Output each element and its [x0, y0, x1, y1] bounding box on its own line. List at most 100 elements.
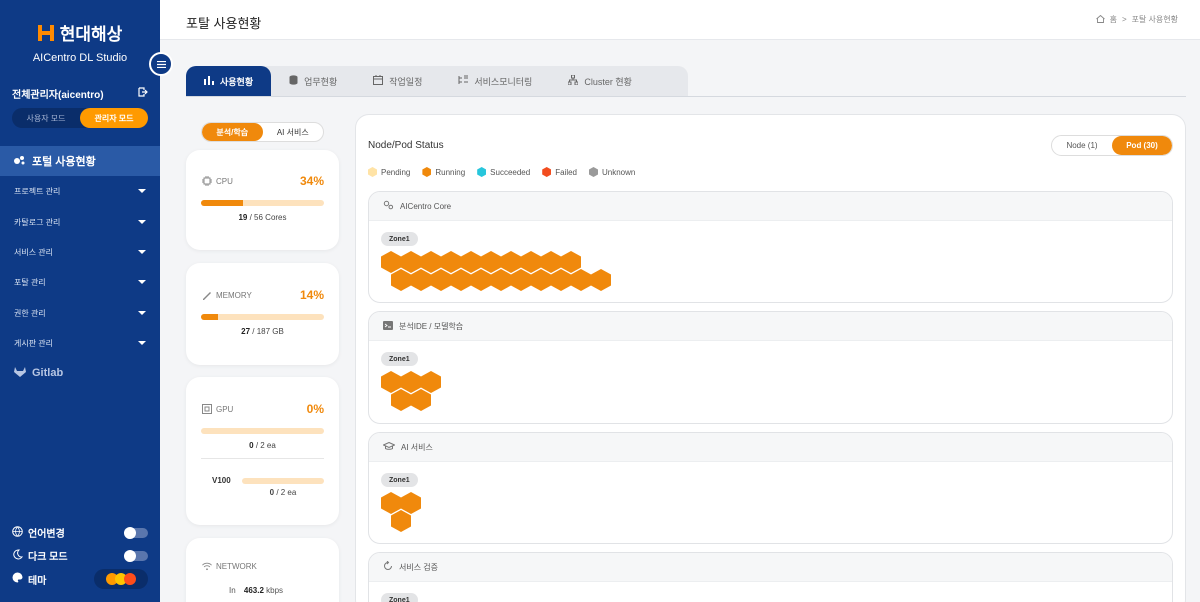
menu-icon [156, 60, 166, 68]
group-name: 서비스 검증 [399, 562, 439, 572]
pod-hex[interactable] [491, 269, 511, 291]
dark-mode-toggle[interactable] [124, 549, 148, 562]
pod-hex[interactable] [511, 269, 531, 291]
sidebar-item-label: Gitlab [32, 367, 64, 379]
v100-progress-bar [242, 478, 324, 484]
pod-hex[interactable] [421, 371, 441, 393]
cpu-percent: 34% [299, 174, 324, 188]
pod-hex[interactable] [401, 492, 421, 514]
node-button[interactable]: Node (1) [1052, 136, 1112, 155]
tab-schedule[interactable]: 작업일정 [355, 66, 440, 96]
pod-hex[interactable] [561, 251, 581, 273]
pod-hex[interactable] [551, 269, 571, 291]
pod-hex[interactable] [451, 269, 471, 291]
pod-hex[interactable] [471, 269, 491, 291]
gpu-card: GPU 0% 0 / 2 ea V100 0 / 2 ea [186, 377, 339, 525]
cpu-usage-value: 19 / 56 Cores [186, 213, 339, 222]
cpu-icon [202, 176, 212, 186]
language-toggle[interactable] [124, 526, 148, 539]
tab-work[interactable]: 업무현황 [271, 66, 355, 96]
pod-hex[interactable] [441, 251, 461, 273]
pod-hex[interactable] [411, 269, 431, 291]
brand-name: 현대해상 [59, 25, 123, 44]
zone-badge: Zone1 [381, 232, 418, 246]
caret-down-icon [138, 341, 146, 345]
pod-hex[interactable] [571, 269, 591, 291]
sidebar-item-label: 권한 관리 [14, 308, 46, 318]
pod-hex[interactable] [401, 251, 421, 273]
pod-hex[interactable] [521, 251, 541, 273]
group-service-validation: 서비스 검증 Zone1 [368, 552, 1173, 602]
zone-badge: Zone1 [381, 473, 418, 487]
sidebar-collapse-button[interactable] [149, 52, 173, 76]
cpu-progress-fill [201, 200, 243, 206]
network-in-row: In 463.2 kbps [229, 586, 283, 595]
gpu-icon [202, 404, 212, 414]
sidebar-item-permission[interactable]: 권한 관리 [0, 303, 160, 323]
theme-color-red[interactable] [124, 573, 136, 585]
language-label: 언어변경 [28, 529, 65, 540]
pod-hex[interactable] [531, 269, 551, 291]
bar-chart-icon [204, 75, 214, 87]
network-label: NETWORK [216, 561, 257, 571]
pod-hex[interactable] [501, 251, 521, 273]
legend-label: Unknown [602, 167, 636, 177]
pod-hex[interactable] [411, 389, 431, 411]
user-mode-button[interactable]: 사용자 모드 [12, 108, 80, 128]
pod-hex[interactable] [391, 389, 411, 411]
logout-icon[interactable] [138, 87, 148, 100]
sidebar-item-portal[interactable]: 포탈 관리 [0, 272, 160, 292]
tab-divider [186, 96, 1186, 97]
pod-hex[interactable] [381, 371, 401, 393]
language-row: 언어변경 [12, 525, 148, 540]
pod-hex[interactable] [431, 269, 451, 291]
home-icon[interactable] [1095, 14, 1105, 25]
pod-hex[interactable] [401, 371, 421, 393]
pod-hex[interactable] [481, 251, 501, 273]
sidebar-item-service[interactable]: 서비스 관리 [0, 242, 160, 262]
tab-usage[interactable]: 사용현황 [186, 66, 272, 96]
pod-hex[interactable] [421, 251, 441, 273]
pod-hex[interactable] [381, 251, 401, 273]
pod-hex[interactable] [461, 251, 481, 273]
theme-picker[interactable] [94, 569, 148, 589]
sidebar-item-portal-usage[interactable]: 포털 사용현황 [0, 146, 160, 176]
breadcrumb-home[interactable]: 홈 [1110, 14, 1117, 25]
pod-hex[interactable] [391, 269, 411, 291]
globe-icon [12, 525, 23, 540]
dark-mode-row: 다크 모드 [12, 548, 148, 563]
page-title: 포탈 사용현황 [186, 16, 262, 31]
memory-icon [202, 290, 212, 300]
pod-hex[interactable] [391, 510, 411, 532]
pod-hex[interactable] [591, 269, 611, 291]
tab-label: 서비스모니터링 [474, 76, 533, 87]
memory-used: 27 [241, 327, 251, 336]
network-card: NETWORK In 463.2 kbps [186, 538, 339, 602]
tab-label: 사용현황 [220, 76, 254, 87]
legend-item-succeeded: Succeeded [477, 167, 530, 177]
gpu-total: / 2 ea [253, 441, 276, 450]
sidebar-item-catalog[interactable]: 카탈로그 관리 [0, 212, 160, 232]
failed-hex-icon [542, 167, 552, 177]
pod-button[interactable]: Pod (30) [1112, 136, 1172, 155]
sidebar-item-gitlab[interactable]: Gitlab [14, 366, 63, 380]
sidebar-item-project[interactable]: 프로젝트 관리 [0, 181, 160, 201]
tab-service-monitoring[interactable]: 서비스모니터링 [440, 66, 550, 96]
mode-switch: 사용자 모드 관리자 모드 [12, 108, 148, 128]
group-aicentro-core: AICentro Core Zone1 [368, 191, 1173, 303]
pod-hex[interactable] [381, 492, 401, 514]
tab-cluster[interactable]: Cluster 현황 [550, 66, 650, 96]
group-name: AI 서비스 [401, 442, 433, 452]
theme-label: 테마 [28, 575, 47, 587]
sidebar-item-board[interactable]: 게시판 관리 [0, 333, 160, 353]
caret-down-icon [138, 250, 146, 254]
logo[interactable]: 현대해상 AICentro DL Studio [0, 20, 160, 64]
admin-mode-button[interactable]: 관리자 모드 [80, 108, 148, 128]
node-pod-switch: Node (1) Pod (30) [1051, 135, 1173, 156]
network-card-head: NETWORK [202, 561, 324, 571]
cpu-total: / 56 Cores [247, 213, 287, 222]
pod-hex[interactable] [541, 251, 561, 273]
memory-progress-bar [201, 314, 324, 320]
ai-service-button[interactable]: AI 서비스 [263, 123, 324, 141]
analysis-button[interactable]: 분석/학습 [202, 123, 263, 141]
